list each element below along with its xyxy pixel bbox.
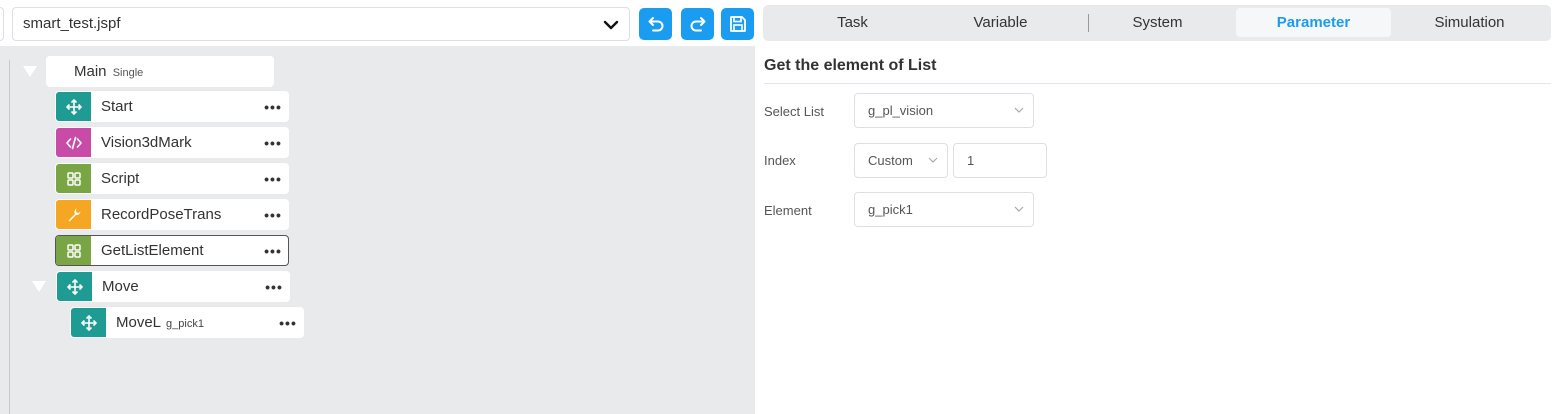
tab-variable[interactable]: Variable	[923, 8, 1078, 37]
tree-node-start[interactable]: Start •••	[55, 91, 289, 122]
tab-task[interactable]: Task	[775, 8, 930, 37]
save-icon	[729, 16, 746, 32]
index-value: 1	[967, 153, 975, 168]
move-arrows-icon	[80, 314, 97, 331]
panel-title: Get the element of List	[764, 57, 937, 74]
chevron-down-icon	[1014, 107, 1024, 113]
tree-node-main[interactable]: Main Single	[46, 56, 274, 87]
main-node-label: Main	[74, 63, 107, 80]
select-list-value: g_pl_vision	[868, 103, 934, 118]
more-options-icon[interactable]: •••	[258, 99, 288, 115]
program-editor-pane: smart_test.jspf Main Single Start ••• Vi…	[0, 0, 755, 414]
tree-node-movel[interactable]: MoveL g_pick1 •••	[70, 307, 304, 338]
chevron-down-icon	[1014, 206, 1024, 212]
panel-collapse-stub[interactable]	[0, 7, 4, 41]
tab-bar: Task Variable System Parameter Simulatio…	[763, 5, 1551, 41]
index-label: Index	[764, 153, 796, 168]
file-name: smart_test.jspf	[23, 15, 121, 32]
more-options-icon[interactable]: •••	[258, 207, 288, 223]
save-button[interactable]	[721, 8, 754, 40]
tab-system[interactable]: System	[1080, 8, 1235, 37]
redo-button[interactable]	[681, 8, 714, 40]
more-options-icon[interactable]: •••	[273, 315, 303, 331]
tree-node-recordposetrans[interactable]: RecordPoseTrans •••	[55, 199, 289, 230]
file-select[interactable]: smart_test.jspf	[12, 7, 630, 41]
more-options-icon[interactable]: •••	[259, 279, 289, 295]
tree-guide-line	[9, 60, 10, 414]
grid-icon	[66, 171, 81, 186]
more-options-icon[interactable]: •••	[258, 171, 288, 187]
tab-parameter[interactable]: Parameter	[1236, 8, 1391, 37]
node-target-point: g_pick1	[166, 318, 204, 330]
move-expander-icon[interactable]	[32, 281, 46, 292]
tab-simulation[interactable]: Simulation	[1392, 8, 1547, 37]
element-dropdown[interactable]: g_pick1	[854, 192, 1034, 227]
select-list-label: Select List	[764, 104, 824, 119]
main-node-mode: Single	[112, 67, 144, 79]
title-divider	[764, 83, 1551, 84]
wrench-icon	[68, 208, 80, 221]
chevron-down-icon	[928, 157, 938, 163]
grid-icon	[66, 243, 81, 258]
redo-icon	[690, 17, 705, 32]
main-expander-icon[interactable]	[23, 66, 37, 77]
properties-pane: Task Variable System Parameter Simulatio…	[755, 0, 1555, 414]
code-icon	[65, 136, 82, 149]
tree-node-script[interactable]: Script •••	[55, 163, 289, 194]
undo-button[interactable]	[639, 8, 672, 40]
move-arrows-icon	[65, 98, 82, 115]
more-options-icon[interactable]: •••	[258, 135, 288, 151]
node-label-text: MoveL	[116, 314, 162, 331]
select-list-dropdown[interactable]: g_pl_vision	[854, 93, 1034, 128]
element-value: g_pick1	[868, 202, 913, 217]
element-label: Element	[764, 203, 812, 218]
index-mode-dropdown[interactable]: Custom	[854, 143, 948, 178]
program-tree: Main Single Start ••• Vision3dMark ••• S…	[0, 46, 755, 414]
tree-node-vision3dmark[interactable]: Vision3dMark •••	[55, 127, 289, 158]
chevron-down-icon	[603, 20, 619, 30]
node-label: Vision3dMark	[101, 134, 192, 151]
node-label: Start	[101, 98, 133, 115]
node-label: GetListElement	[101, 242, 204, 259]
more-options-icon[interactable]: •••	[258, 243, 288, 259]
tree-node-move[interactable]: Move •••	[56, 271, 290, 302]
node-label: Move	[102, 278, 139, 295]
file-toolbar: smart_test.jspf	[0, 0, 755, 46]
index-value-input[interactable]: 1	[953, 143, 1047, 178]
tree-node-getlistelement[interactable]: GetListElement •••	[55, 235, 289, 266]
index-mode-value: Custom	[868, 153, 913, 168]
node-label: Script	[101, 170, 140, 187]
undo-icon	[648, 17, 663, 32]
node-label: RecordPoseTrans	[101, 206, 222, 223]
move-arrows-icon	[66, 278, 83, 295]
node-label: MoveL g_pick1	[116, 314, 273, 331]
